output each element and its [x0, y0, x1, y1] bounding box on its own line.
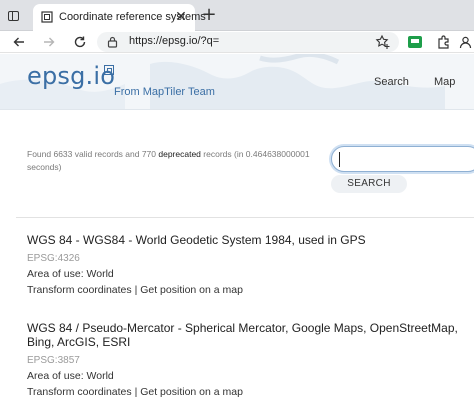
search-stats: Found 6633 valid records and 770 depreca…	[27, 148, 327, 174]
arrow-left-icon[interactable]	[10, 33, 28, 51]
result-title-link[interactable]: WGS 84 - WGS84 - World Geodetic System 1…	[27, 233, 467, 247]
text-caret	[339, 152, 340, 167]
position-on-map-link[interactable]: Get position on a map	[140, 284, 243, 296]
search-button[interactable]: SEARCH	[331, 175, 407, 193]
result-title-link[interactable]: WGS 84 / Pseudo-Mercator - Spherical Mer…	[27, 321, 467, 349]
browser-tab-bar: Coordinate reference systems ✕ +	[0, 0, 474, 31]
address-bar[interactable]: https://epsg.io/?q=	[97, 32, 399, 52]
search-stats-prefix: Found 6633 valid records and 770	[27, 149, 159, 159]
site-logo[interactable]: epsg.io	[27, 62, 115, 90]
transform-coordinates-link[interactable]: Transform coordinates	[27, 386, 132, 398]
lock-icon[interactable]	[107, 36, 118, 48]
globe-favicon-icon	[41, 11, 53, 23]
profile-icon[interactable]	[456, 33, 474, 51]
link-separator: |	[131, 284, 141, 296]
result-item: WGS 84 / Pseudo-Mercator - Spherical Mer…	[27, 321, 467, 398]
browser-tab[interactable]: Coordinate reference systems ✕	[33, 4, 206, 31]
refresh-icon[interactable]	[71, 33, 89, 51]
tab-actions-icon[interactable]	[4, 7, 22, 25]
search-input[interactable]	[331, 146, 474, 172]
browser-toolbar: https://epsg.io/?q=	[0, 31, 474, 53]
new-tab-button[interactable]: +	[200, 6, 218, 24]
deprecated-link[interactable]: deprecated	[158, 149, 201, 159]
position-on-map-link[interactable]: Get position on a map	[140, 386, 243, 398]
site-header: epsg.io From MapTiler Team Search Map	[0, 54, 474, 110]
result-code: EPSG:4326	[27, 253, 80, 264]
result-links: Transform coordinates | Get position on …	[27, 284, 467, 296]
puzzle-icon[interactable]	[434, 33, 452, 51]
nav-map-link[interactable]: Map	[434, 76, 455, 88]
divider	[16, 217, 474, 218]
nav-search-link[interactable]: Search	[374, 76, 409, 88]
transform-coordinates-link[interactable]: Transform coordinates	[27, 284, 132, 296]
tab-close-icon[interactable]: ✕	[173, 9, 189, 25]
arrow-right-icon[interactable]	[40, 33, 58, 51]
star-add-icon[interactable]	[375, 34, 391, 50]
site-tagline[interactable]: From MapTiler Team	[114, 86, 215, 98]
link-separator: |	[131, 386, 141, 398]
result-item: WGS 84 - WGS84 - World Geodetic System 1…	[27, 233, 467, 296]
result-code: EPSG:3857	[27, 355, 80, 366]
result-area-of-use: Area of use: World	[27, 370, 114, 382]
logo-mark-icon	[104, 65, 114, 75]
url-text[interactable]: https://epsg.io/?q=	[129, 35, 219, 47]
result-area-of-use: Area of use: World	[27, 268, 114, 280]
result-links: Transform coordinates | Get position on …	[27, 386, 467, 398]
extension-green-icon[interactable]	[406, 33, 424, 51]
